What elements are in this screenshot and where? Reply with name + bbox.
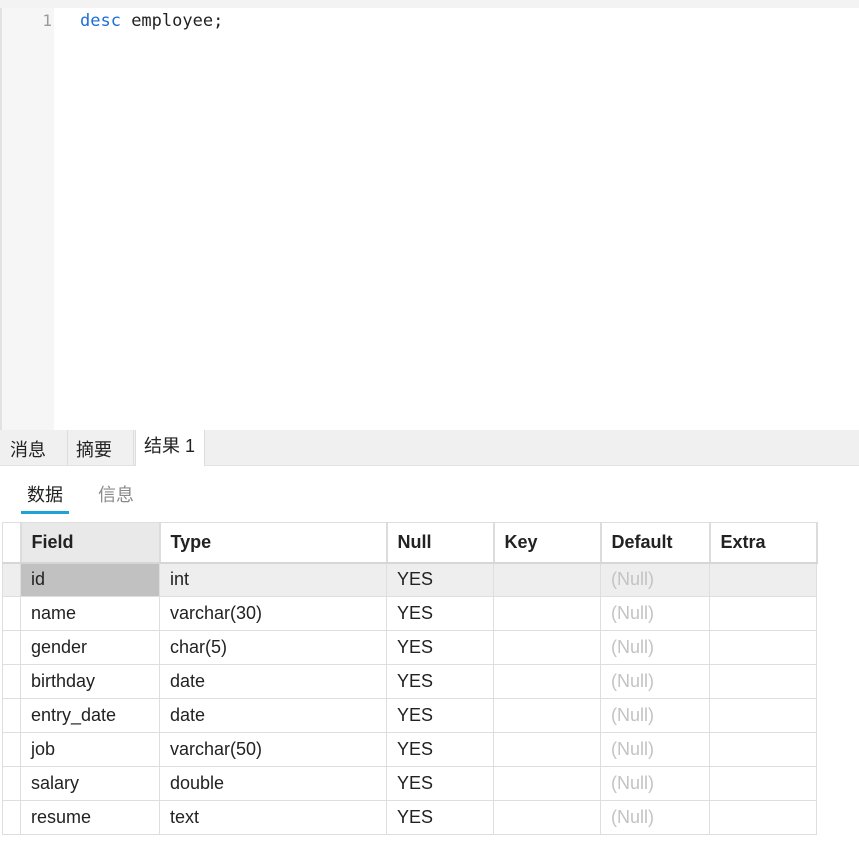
- cell-default[interactable]: (Null): [600, 766, 710, 801]
- cell-default[interactable]: (Null): [600, 562, 710, 597]
- tab-messages[interactable]: 消息: [2, 430, 68, 466]
- cell-null[interactable]: YES: [386, 766, 494, 801]
- cell-field[interactable]: gender: [20, 630, 160, 665]
- cell-null[interactable]: YES: [386, 596, 494, 631]
- table-row[interactable]: salary double YES (Null): [2, 766, 817, 801]
- cell-field[interactable]: salary: [20, 766, 160, 801]
- sql-text: employee;: [120, 11, 224, 31]
- table-row[interactable]: gender char(5) YES (Null): [2, 630, 817, 665]
- row-selector[interactable]: [2, 732, 21, 767]
- cell-default[interactable]: (Null): [600, 664, 710, 699]
- cell-key[interactable]: [493, 630, 601, 665]
- row-selector[interactable]: [2, 766, 21, 801]
- row-selector[interactable]: [2, 596, 21, 631]
- line-number-gutter: 1: [0, 8, 54, 430]
- column-header-null[interactable]: Null: [386, 522, 495, 564]
- cell-key[interactable]: [493, 562, 601, 597]
- cell-key[interactable]: [493, 664, 601, 699]
- cell-type[interactable]: varchar(30): [159, 596, 387, 631]
- cell-field[interactable]: birthday: [20, 664, 160, 699]
- tab-result-1[interactable]: 结果 1: [135, 430, 205, 466]
- row-selector[interactable]: [2, 800, 21, 835]
- row-selector[interactable]: [2, 664, 21, 699]
- cell-type[interactable]: text: [159, 800, 387, 835]
- row-header-corner: [2, 522, 22, 564]
- table-row[interactable]: name varchar(30) YES (Null): [2, 596, 817, 631]
- result-table: Field Type Null Key Default Extra id int Y…: [2, 522, 818, 835]
- cell-default[interactable]: (Null): [600, 698, 710, 733]
- cell-default[interactable]: (Null): [600, 630, 710, 665]
- cell-extra[interactable]: [709, 664, 817, 699]
- sql-editor[interactable]: 1 desc employee;: [0, 8, 859, 430]
- column-header-type[interactable]: Type: [159, 522, 388, 564]
- cell-null[interactable]: YES: [386, 562, 494, 597]
- cell-type[interactable]: varchar(50): [159, 732, 387, 767]
- subtab-info[interactable]: 信息: [98, 482, 134, 508]
- cell-default[interactable]: (Null): [600, 732, 710, 767]
- column-header-key[interactable]: Key: [493, 522, 602, 564]
- table-row[interactable]: id int YES (Null): [2, 562, 817, 597]
- subtab-data[interactable]: 数据: [21, 482, 69, 514]
- cell-null[interactable]: YES: [386, 732, 494, 767]
- cell-field[interactable]: job: [20, 732, 160, 767]
- cell-extra[interactable]: [709, 766, 817, 801]
- cell-key[interactable]: [493, 732, 601, 767]
- cell-extra[interactable]: [709, 732, 817, 767]
- cell-extra[interactable]: [709, 698, 817, 733]
- result-grid: Field Type Null Key Default Extra id int Y…: [2, 522, 818, 835]
- cell-default[interactable]: (Null): [600, 800, 710, 835]
- row-selector[interactable]: [2, 698, 21, 733]
- cell-extra[interactable]: [709, 630, 817, 665]
- cell-key[interactable]: [493, 800, 601, 835]
- cell-extra[interactable]: [709, 596, 817, 631]
- column-header-default[interactable]: Default: [600, 522, 711, 564]
- line-number: 1: [42, 11, 52, 30]
- cell-type[interactable]: date: [159, 698, 387, 733]
- cell-field[interactable]: name: [20, 596, 160, 631]
- tab-summary[interactable]: 摘要: [68, 430, 134, 466]
- cell-type[interactable]: char(5): [159, 630, 387, 665]
- cell-default[interactable]: (Null): [600, 596, 710, 631]
- result-sub-tabs: 数据 信息: [0, 466, 859, 522]
- cell-null[interactable]: YES: [386, 664, 494, 699]
- code-line[interactable]: desc employee;: [80, 10, 223, 32]
- cell-null[interactable]: YES: [386, 698, 494, 733]
- cell-null[interactable]: YES: [386, 800, 494, 835]
- sql-client-window: 1 desc employee; 消息 摘要 结果 1 数据 信息 Field …: [0, 0, 859, 855]
- cell-key[interactable]: [493, 596, 601, 631]
- cell-field[interactable]: entry_date: [20, 698, 160, 733]
- cell-extra[interactable]: [709, 562, 817, 597]
- row-selector[interactable]: [2, 562, 21, 597]
- cell-type[interactable]: int: [159, 562, 387, 597]
- editor-top-border: [0, 0, 859, 8]
- table-row[interactable]: job varchar(50) YES (Null): [2, 732, 817, 767]
- cell-field[interactable]: id: [20, 562, 160, 597]
- cell-extra[interactable]: [709, 800, 817, 835]
- sql-keyword: desc: [80, 11, 121, 31]
- cell-null[interactable]: YES: [386, 630, 494, 665]
- result-tab-bar: 消息 摘要 结果 1: [0, 430, 859, 466]
- table-row[interactable]: entry_date date YES (Null): [2, 698, 817, 733]
- row-selector[interactable]: [2, 630, 21, 665]
- cell-field[interactable]: resume: [20, 800, 160, 835]
- cell-key[interactable]: [493, 766, 601, 801]
- header-row: Field Type Null Key Default Extra: [2, 522, 818, 564]
- cell-type[interactable]: date: [159, 664, 387, 699]
- cell-type[interactable]: double: [159, 766, 387, 801]
- column-header-field[interactable]: Field: [20, 522, 161, 564]
- column-header-extra[interactable]: Extra: [709, 522, 818, 564]
- cell-key[interactable]: [493, 698, 601, 733]
- table-row[interactable]: birthday date YES (Null): [2, 664, 817, 699]
- table-row[interactable]: resume text YES (Null): [2, 800, 817, 835]
